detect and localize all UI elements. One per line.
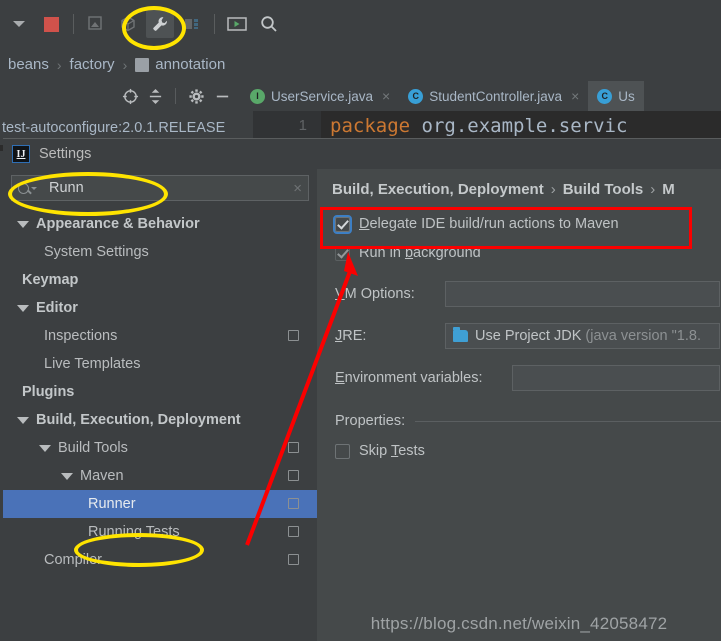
screenshot-root: beans › factory › annotation I UserServi… <box>0 0 721 641</box>
runner-to-checkbox-arrow <box>245 252 358 546</box>
